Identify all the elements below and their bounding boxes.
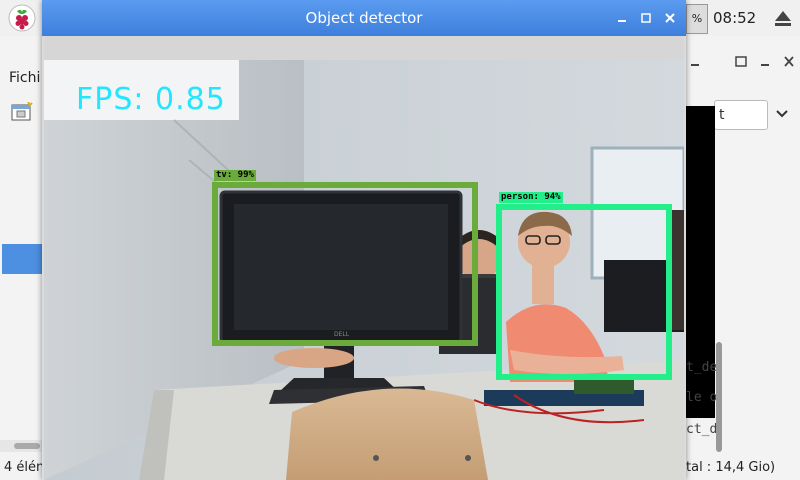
vertical-scrollbar[interactable] xyxy=(716,342,722,452)
object-detector-window: Object detector DELL FPS: 0.85 tv: 99% p… xyxy=(42,0,686,480)
new-window-icon[interactable] xyxy=(11,102,33,122)
detection-label-tv: tv: 99% xyxy=(214,170,256,181)
scrollbar-thumb[interactable] xyxy=(14,443,40,449)
close-icon[interactable] xyxy=(782,52,796,72)
detection-box-tv xyxy=(212,182,478,346)
status-bar: 4 élén xyxy=(4,460,45,475)
text-line: t_de xyxy=(686,360,718,375)
text-line: ct_d xyxy=(686,422,718,437)
titlebar[interactable]: Object detector xyxy=(42,0,686,36)
video-frame: DELL FPS: 0.85 tv: 99% person: 94% xyxy=(44,36,684,480)
file-menu[interactable]: Fichi xyxy=(9,70,40,86)
horizontal-scrollbar[interactable] xyxy=(0,440,44,452)
window-title: Object detector xyxy=(305,9,423,27)
text-line: le o xyxy=(686,390,718,405)
detection-label-person: person: 94% xyxy=(499,192,563,203)
background-window: t t_de le o ct_d tal : 14,4 Gio) xyxy=(686,42,800,480)
minimize-icon[interactable] xyxy=(614,9,630,27)
sidebar-selected-item[interactable] xyxy=(2,244,44,274)
window-controls xyxy=(686,52,800,72)
maximize-icon[interactable] xyxy=(638,9,654,27)
status-bar: tal : 14,4 Gio) xyxy=(686,460,776,475)
eject-icon[interactable] xyxy=(772,4,794,32)
minimize-icon[interactable] xyxy=(688,52,702,72)
fps-readout: FPS: 0.85 xyxy=(76,82,226,117)
camera-feed: DELL FPS: 0.85 tv: 99% person: 94% xyxy=(44,60,684,480)
chevron-down-icon[interactable] xyxy=(772,100,792,128)
close-icon[interactable] xyxy=(662,9,678,27)
detection-box-person xyxy=(496,204,672,380)
maximize-icon[interactable] xyxy=(734,52,748,72)
cpu-monitor[interactable]: % xyxy=(686,4,708,34)
minimize-icon[interactable] xyxy=(758,52,772,72)
view-select[interactable]: t xyxy=(714,100,768,130)
raspberry-pi-menu-icon[interactable] xyxy=(8,4,36,32)
clock[interactable]: 08:52 xyxy=(713,4,759,32)
